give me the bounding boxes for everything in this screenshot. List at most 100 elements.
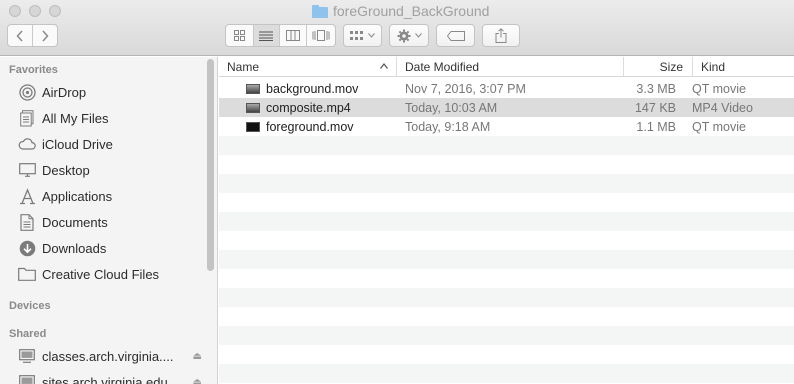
- file-name: background.mov: [266, 81, 359, 96]
- applications-icon: [18, 187, 36, 205]
- all-files-icon: [18, 109, 36, 127]
- window-title: foreGround_BackGround: [312, 3, 489, 19]
- empty-row: [219, 136, 794, 155]
- sidebar-item-shared-server[interactable]: classes.arch.virginia.... ⏏: [18, 345, 202, 367]
- server-icon: [18, 373, 36, 384]
- desktop-icon: [18, 161, 36, 179]
- downloads-icon: [18, 239, 36, 257]
- empty-row: [219, 326, 794, 345]
- empty-row: [219, 155, 794, 174]
- chevron-right-icon: [42, 29, 49, 42]
- file-rows: background.mov Nov 7, 2016, 3:07 PM 3.3 …: [219, 79, 794, 383]
- server-icon: [18, 347, 36, 365]
- file-kind: QT movie: [692, 81, 746, 96]
- close-button[interactable]: [9, 5, 21, 17]
- sidebar-section-shared: Shared: [9, 328, 47, 340]
- back-button[interactable]: [8, 25, 33, 46]
- sidebar-item-all-my-files[interactable]: All My Files: [18, 107, 202, 129]
- sidebar-item-creative-cloud-files[interactable]: Creative Cloud Files: [18, 263, 202, 285]
- cover-flow-button[interactable]: [307, 25, 335, 46]
- minimize-button[interactable]: [29, 5, 41, 17]
- file-date: Today, 9:18 AM: [405, 119, 491, 134]
- arrange-button[interactable]: [343, 24, 382, 47]
- table-row[interactable]: foreground.mov Today, 9:18 AM 1.1 MB QT …: [219, 117, 794, 136]
- sidebar-item-documents[interactable]: Documents: [18, 211, 202, 233]
- chevron-down-icon: [368, 33, 375, 38]
- list-view-icon: [259, 31, 274, 41]
- cloud-icon: [18, 135, 36, 153]
- sidebar-item-icloud-drive[interactable]: iCloud Drive: [18, 133, 202, 155]
- eject-icon[interactable]: ⏏: [193, 351, 202, 362]
- chevron-left-icon: [16, 29, 23, 42]
- toolbar: foreGround_BackGround: [0, 0, 794, 56]
- folder-icon: [312, 4, 328, 18]
- sidebar-scrollbar[interactable]: [207, 59, 214, 271]
- tags-button[interactable]: [436, 24, 475, 47]
- column-header-kind[interactable]: Kind: [693, 57, 794, 77]
- empty-row: [219, 345, 794, 364]
- empty-row: [219, 364, 794, 383]
- file-size: 3.3 MB: [636, 81, 676, 96]
- sidebar-item-label: All My Files: [42, 110, 109, 126]
- sidebar-item-shared-server[interactable]: sites.arch.virginia.edu ⏏: [18, 371, 202, 384]
- airdrop-icon: [18, 83, 36, 101]
- file-list: Name Date Modified Size Kind background.…: [219, 57, 794, 384]
- sidebar-section-favorites: Favorites: [9, 64, 58, 76]
- action-button[interactable]: [389, 24, 429, 47]
- file-date: Nov 7, 2016, 3:07 PM: [405, 81, 526, 96]
- share-icon: [495, 28, 507, 43]
- file-date: Today, 10:03 AM: [405, 100, 498, 115]
- file-name-cell: background.mov: [219, 79, 397, 98]
- sidebar-item-label: iCloud Drive: [42, 136, 113, 152]
- file-name-cell: composite.mp4: [219, 98, 397, 117]
- file-kind: MP4 Video: [692, 100, 753, 115]
- column-header-label: Size: [659, 60, 683, 74]
- forward-button[interactable]: [33, 25, 57, 46]
- table-row[interactable]: composite.mp4 Today, 10:03 AM 147 KB MP4…: [219, 98, 794, 117]
- file-name: foreground.mov: [266, 119, 354, 134]
- empty-row: [219, 288, 794, 307]
- empty-row: [219, 250, 794, 269]
- share-button[interactable]: [482, 24, 520, 47]
- icon-view-button[interactable]: [226, 25, 254, 46]
- sidebar-item-label: AirDrop: [42, 84, 87, 100]
- sidebar-item-label: Downloads: [42, 240, 107, 256]
- video-thumbnail-icon: [246, 83, 260, 94]
- column-view-button[interactable]: [280, 25, 307, 46]
- column-header-label: Date Modified: [405, 60, 480, 74]
- window-title-text: foreGround_BackGround: [333, 3, 490, 19]
- sidebar-item-downloads[interactable]: Downloads: [18, 237, 202, 259]
- sidebar-item-applications[interactable]: Applications: [18, 185, 202, 207]
- empty-row: [219, 174, 794, 193]
- file-size: 1.1 MB: [636, 119, 676, 134]
- empty-row: [219, 307, 794, 326]
- list-view-button[interactable]: [253, 25, 281, 46]
- column-header: Name Date Modified Size Kind: [219, 57, 794, 77]
- column-header-name[interactable]: Name: [219, 57, 397, 77]
- sidebar-item-airdrop[interactable]: AirDrop: [18, 81, 202, 103]
- table-row[interactable]: background.mov Nov 7, 2016, 3:07 PM 3.3 …: [219, 79, 794, 98]
- chevron-down-icon: [414, 33, 422, 38]
- file-name: composite.mp4: [266, 100, 351, 115]
- sidebar-item-label: Desktop: [42, 162, 90, 178]
- sidebar: Favorites AirDrop All My Files iCloud Dr…: [0, 57, 218, 384]
- column-header-date[interactable]: Date Modified: [397, 57, 624, 77]
- column-view-icon: [285, 30, 300, 41]
- sidebar-item-label: Documents: [42, 214, 108, 230]
- tag-icon: [446, 30, 465, 41]
- column-header-size[interactable]: Size: [624, 57, 693, 77]
- sidebar-section-devices: Devices: [9, 300, 51, 312]
- sidebar-item-label: classes.arch.virginia....: [42, 348, 174, 364]
- navigation-buttons: [7, 24, 58, 47]
- sidebar-item-desktop[interactable]: Desktop: [18, 159, 202, 181]
- empty-row: [219, 193, 794, 212]
- file-kind: QT movie: [692, 119, 746, 134]
- empty-row: [219, 212, 794, 231]
- folder-icon: [18, 265, 36, 283]
- file-size: 147 KB: [634, 100, 676, 115]
- column-header-label: Kind: [701, 60, 726, 74]
- eject-icon[interactable]: ⏏: [193, 377, 202, 384]
- zoom-button[interactable]: [49, 5, 61, 17]
- arrange-grid-icon: [350, 30, 363, 40]
- empty-row: [219, 269, 794, 288]
